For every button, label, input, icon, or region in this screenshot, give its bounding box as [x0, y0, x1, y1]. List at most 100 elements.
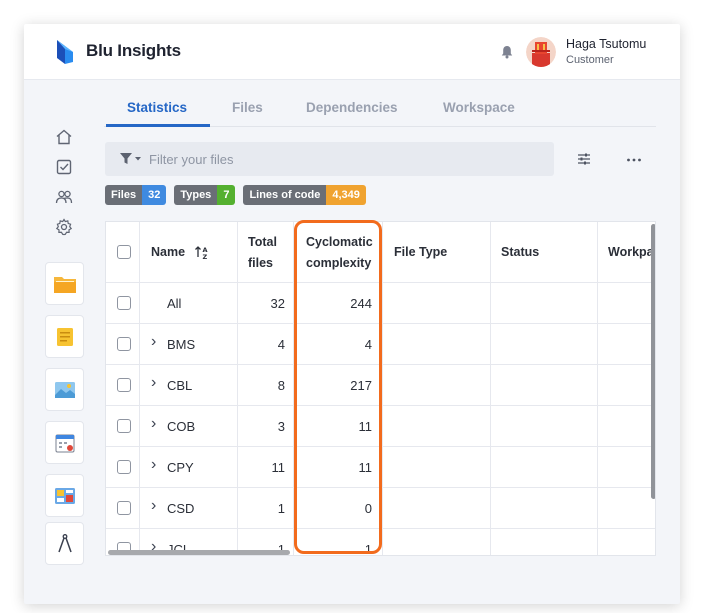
row-checkbox[interactable]	[117, 501, 131, 515]
row-name[interactable]: All	[167, 296, 181, 311]
name-cell: All	[140, 283, 238, 324]
vertical-scrollbar[interactable]	[651, 224, 655, 499]
checkbox-tasks-icon[interactable]	[55, 158, 73, 176]
svg-text:Z: Z	[203, 253, 208, 260]
workpackage-cell	[598, 447, 655, 488]
badge-label: Types	[174, 185, 218, 205]
workpackage-cell	[598, 406, 655, 447]
total-files-cell: 4	[238, 324, 294, 365]
workpackage-cell	[598, 324, 655, 365]
header-status[interactable]: Status	[491, 222, 598, 283]
expand-chevron-icon[interactable]: ›	[151, 415, 156, 433]
row-checkbox[interactable]	[117, 337, 131, 351]
files-app-tile[interactable]	[45, 262, 84, 305]
row-checkbox[interactable]	[117, 378, 131, 392]
row-checkbox[interactable]	[117, 296, 131, 310]
row-checkbox[interactable]	[117, 419, 131, 433]
header-name-label: Name	[151, 245, 186, 259]
badge-label: Files	[105, 185, 143, 205]
row-name[interactable]: CSD	[167, 501, 194, 516]
status-cell	[491, 488, 598, 529]
workpackage-cell	[598, 283, 655, 324]
folder-icon	[53, 276, 76, 293]
row-checkbox-cell	[106, 406, 140, 447]
horizontal-scrollbar[interactable]	[108, 550, 290, 555]
name-cell: › COB	[140, 406, 238, 447]
file-type-cell	[383, 283, 491, 324]
expand-chevron-icon[interactable]: ›	[151, 456, 156, 474]
tab-statistics[interactable]: Statistics	[127, 100, 187, 115]
files-count-badge: Files 32	[105, 185, 167, 205]
cyclomatic-cell: 11	[294, 406, 383, 447]
total-files-cell: 11	[238, 447, 294, 488]
header-cyclomatic-complexity[interactable]: Cyclomatic complexity	[294, 222, 383, 283]
status-cell	[491, 406, 598, 447]
row-name[interactable]: COB	[167, 419, 195, 434]
header-name[interactable]: Name A Z	[140, 222, 238, 283]
header-total-files[interactable]: Total files	[238, 222, 294, 283]
row-checkbox-cell	[106, 283, 140, 324]
file-type-cell	[383, 324, 491, 365]
avatar[interactable]	[526, 37, 556, 67]
name-cell: › CBL	[140, 365, 238, 406]
header-cyclomatic-line2: complexity	[306, 256, 372, 270]
total-files-cell: 32	[238, 283, 294, 324]
row-name[interactable]: CBL	[167, 378, 192, 393]
filter-input[interactable]	[149, 148, 539, 170]
calendar-icon	[55, 434, 74, 452]
notes-app-tile[interactable]	[45, 315, 84, 358]
sliders-settings-icon[interactable]	[576, 152, 592, 166]
dashboard-board-icon	[54, 487, 75, 504]
expand-chevron-icon[interactable]: ›	[151, 374, 156, 392]
name-cell: › CPY	[140, 447, 238, 488]
workspace-app-tile[interactable]	[45, 474, 84, 517]
user-name[interactable]: Haga Tsutomu	[566, 37, 646, 51]
sort-icon[interactable]: A Z	[194, 244, 210, 260]
filter-funnel-icon[interactable]	[119, 152, 143, 166]
cyclomatic-value: 1	[364, 542, 372, 556]
types-count-badge: Types 7	[174, 185, 236, 205]
status-cell	[491, 365, 598, 406]
cyclomatic-value: 0	[364, 501, 372, 516]
calendar-app-tile[interactable]	[45, 421, 84, 464]
active-tab-indicator	[106, 124, 210, 127]
cyclomatic-cell: 1	[294, 529, 383, 556]
tab-dependencies[interactable]: Dependencies	[306, 100, 398, 115]
badge-value: 32	[142, 185, 167, 205]
select-all-checkbox[interactable]	[117, 245, 131, 259]
status-cell	[491, 283, 598, 324]
left-nav	[24, 80, 104, 604]
row-name[interactable]: CPY	[167, 460, 194, 475]
row-checkbox[interactable]	[117, 460, 131, 474]
header-cyclomatic-line1: Cyclomatic	[306, 235, 373, 249]
cyclomatic-value: 217	[350, 378, 372, 393]
row-checkbox-cell	[106, 447, 140, 488]
summary-badges: Files 32 Types 7 Lines of code 4,349	[105, 185, 366, 205]
more-options-icon[interactable]	[626, 157, 642, 163]
tab-workspace[interactable]: Workspace	[443, 100, 515, 115]
user-role: Customer	[566, 54, 614, 66]
file-type-cell	[383, 529, 491, 555]
tab-files[interactable]: Files	[232, 100, 263, 115]
bell-icon[interactable]	[500, 45, 514, 59]
total-files-value: 32	[270, 296, 285, 311]
header-checkbox-cell	[106, 222, 140, 283]
cyclomatic-value: 4	[364, 337, 372, 352]
total-files-cell: 3	[238, 406, 294, 447]
maps-app-tile[interactable]	[45, 368, 84, 411]
users-icon[interactable]	[55, 188, 73, 206]
expand-chevron-icon[interactable]: ›	[151, 333, 156, 351]
badge-value: 4,349	[326, 185, 366, 205]
status-cell	[491, 324, 598, 365]
cyclomatic-value: 244	[350, 296, 372, 311]
expand-chevron-icon[interactable]: ›	[151, 497, 156, 515]
file-type-cell	[383, 488, 491, 529]
header-workpackage[interactable]: Workpa	[598, 222, 655, 283]
row-checkbox-cell	[106, 365, 140, 406]
app-window: Blu Insights Haga Tsutomu Customer Stati…	[24, 24, 680, 604]
row-name[interactable]: BMS	[167, 337, 195, 352]
header-file-type[interactable]: File Type	[383, 222, 491, 283]
compass-app-tile[interactable]	[45, 522, 84, 565]
gear-icon[interactable]	[55, 218, 73, 236]
home-icon[interactable]	[55, 128, 73, 146]
